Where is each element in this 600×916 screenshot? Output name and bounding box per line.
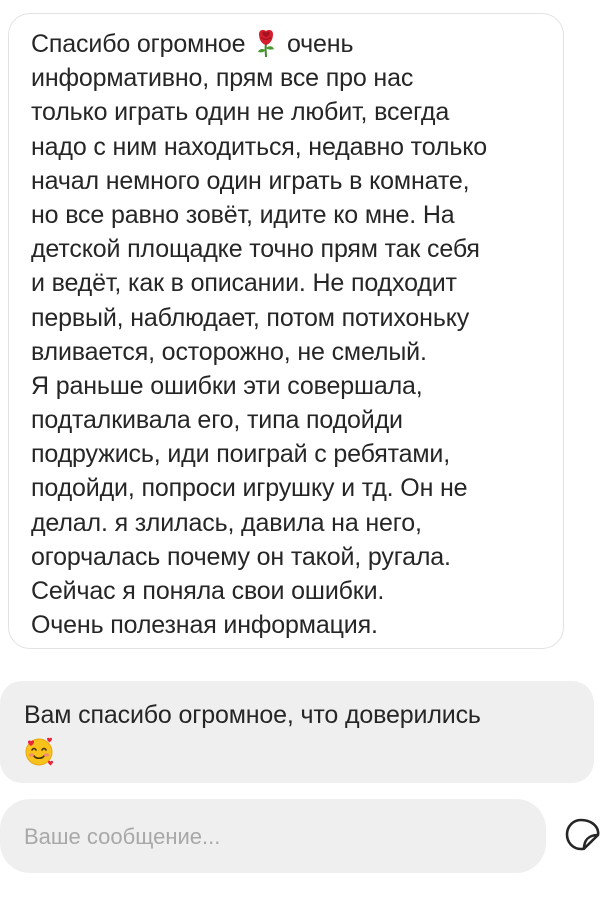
message-line: информативно, прям все про нас [31, 64, 414, 93]
message-line: но все равно зовёт, идите ко мне. На [31, 200, 455, 229]
sticker-icon[interactable] [564, 814, 600, 854]
message-line: и ведёт, как в описании. Не подходит [31, 269, 457, 298]
message-line: вливается, осторожно, не смелый. [31, 337, 427, 366]
rose-icon [258, 30, 275, 58]
message-line: огорчалась почему он такой, ругала. [31, 542, 451, 571]
message-line: детской площадке точно прям так себя [31, 235, 480, 264]
message-line: первый, наблюдает, потом потихоньку [31, 303, 470, 332]
message-line: надо с ним находиться, недавно только [31, 132, 488, 161]
message-input[interactable] [24, 820, 524, 854]
outgoing-message-text: Вам спасибо огромное, что доверились [24, 701, 481, 729]
message-line: Я раньше ошибки эти совершала, [31, 371, 423, 400]
message-line: Сейчас я поняла свои ошибки. [31, 577, 385, 605]
message-line: делал. я злилась, давила на него, [31, 508, 422, 537]
message-line: только играть один не любит, всегда [31, 98, 450, 127]
incoming-message-text: Спасибо огромное очень информативно, пря… [31, 27, 556, 642]
message-line: Очень полезная информация. [31, 611, 378, 640]
message-line: подойди, попроси игрушку и тд. Он не [31, 474, 468, 503]
message-line: Спасибо огромное очень [31, 30, 354, 58]
message-line: подружись, иди поиграй с ребятами, [31, 440, 451, 469]
smiling-face-with-hearts-icon [25, 737, 53, 766]
chat-screen: Спасибо огромное очень информативно, пря… [0, 0, 600, 916]
message-line: подталкивала его, типа подойди [31, 406, 403, 435]
message-line: начал немного один играть в комнате, [31, 166, 470, 195]
